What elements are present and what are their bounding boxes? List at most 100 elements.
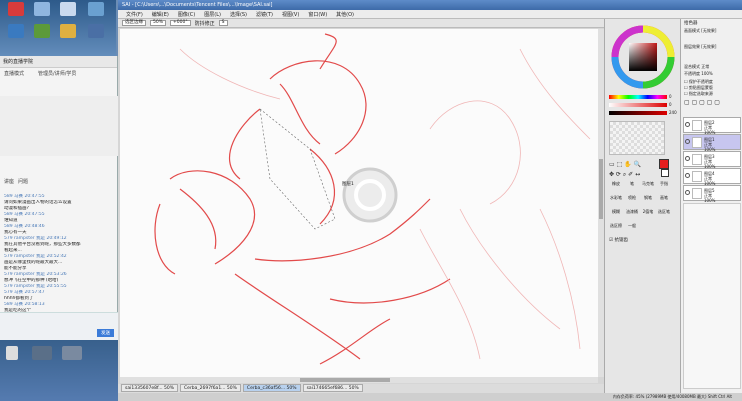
tool-normal[interactable]: 一般 <box>625 223 639 229</box>
sketch-stroke <box>154 203 176 275</box>
menu-edit[interactable]: 编辑(E) <box>152 11 169 18</box>
stabilizer-select[interactable]: S <box>218 20 228 26</box>
option-selection-source[interactable]: ☐ 指定选取来源 <box>684 91 713 97</box>
layer-info: 图层1 正常 100% <box>704 137 715 152</box>
chat-window: 我的直播学院 直播模式 管理员/讲师/学员 讲座 问题 589 马赛 20:47… <box>0 56 118 340</box>
menu-select[interactable]: 选择(S) <box>230 11 247 18</box>
folder-icon[interactable] <box>88 2 104 16</box>
tool-eraser[interactable]: 橡皮 <box>609 181 623 187</box>
tool-finger[interactable]: 手指 <box>657 181 671 187</box>
tool-watercolor[interactable]: 水彩笔 <box>609 195 623 201</box>
sketch-stroke <box>228 108 261 180</box>
color-wheel[interactable] <box>611 25 675 89</box>
tab-lecture[interactable]: 讲座 <box>4 178 14 185</box>
message-list: 589 马赛 20:47:55 请问如果漫画出人物的话怎么设置 动漫和插画? 5… <box>4 194 114 314</box>
chat-subtabs: 讲座 问题 <box>0 176 32 186</box>
antialias-checkbox[interactable]: ☑ 抗锯齿 <box>609 237 628 243</box>
sketch-stroke <box>309 148 336 225</box>
menu-view[interactable]: 视图(V) <box>282 11 299 18</box>
app-icon[interactable] <box>8 24 24 38</box>
opacity-row[interactable]: 不透明度 100% <box>684 71 713 77</box>
image-thumbnail-icon[interactable] <box>62 346 82 360</box>
anti-aliasing-toggle[interactable]: 选区边缘 <box>122 20 146 26</box>
app-icon[interactable] <box>88 24 104 38</box>
layer-row[interactable]: 图层4 正常 100% <box>683 168 741 186</box>
tool-brush[interactable]: 画笔 <box>657 195 671 201</box>
layer-info: 图层4 正常 100% <box>704 171 715 186</box>
transform-tools[interactable]: ✥ ⟳ ⌕ ✐ ↔ <box>609 171 640 179</box>
app-icon[interactable] <box>60 24 76 38</box>
menu-window[interactable]: 窗口(W) <box>308 11 327 18</box>
tab-live-mode[interactable]: 直播模式 <box>4 70 24 77</box>
paper-effect-row[interactable]: 画面模式 [无效果] <box>684 28 716 34</box>
value-slider[interactable] <box>609 111 667 115</box>
tool-pen-2[interactable]: 钢笔 <box>641 195 655 201</box>
rotation-field[interactable]: +000° <box>170 20 191 26</box>
file-tab[interactable]: sai1335607e8f... 50% <box>121 384 179 392</box>
visibility-icon[interactable] <box>685 156 690 161</box>
file-tab-zoom: 50% <box>286 385 297 391</box>
tab-questions[interactable]: 问题 <box>18 178 28 185</box>
layer-row-selected[interactable]: 图层1 正常 100% <box>683 134 741 152</box>
sketch-stroke <box>319 318 391 365</box>
vertical-scroll-thumb[interactable] <box>599 159 603 219</box>
horizontal-scroll-thumb[interactable] <box>300 378 390 382</box>
layer-row[interactable]: 图层5 正常 100% <box>683 185 741 203</box>
view-toolbar: 选区边缘 50% +000° 防抖修正 S <box>118 19 604 28</box>
menu-filter[interactable]: 滤镜(T) <box>256 11 273 18</box>
chat-input-bar[interactable]: 发送 <box>0 312 118 340</box>
layer-info: 图层2 正常 100% <box>704 120 715 135</box>
background-color-swatch[interactable] <box>661 169 669 177</box>
visibility-icon[interactable] <box>685 139 690 144</box>
foreground-color-swatch[interactable] <box>659 159 669 169</box>
image-thumbnail-icon[interactable] <box>32 346 52 360</box>
tool-select-eraser[interactable]: 选区擦 <box>609 223 623 229</box>
saturation-slider[interactable] <box>609 103 667 107</box>
tool-airbrush[interactable]: 喷枪 <box>625 195 639 201</box>
tab-members[interactable]: 管理员/讲师/学员 <box>38 70 76 77</box>
layer-row[interactable]: 图层3 正常 100% <box>683 151 741 169</box>
visibility-icon[interactable] <box>685 190 690 195</box>
tool-marker[interactable]: 马克笔 <box>641 181 655 187</box>
menu-file[interactable]: 文件(F) <box>126 11 143 18</box>
send-button[interactable]: 发送 <box>97 329 114 337</box>
file-tab[interactable]: sai174665ef686... 50% <box>302 384 363 392</box>
drawing-canvas[interactable]: 图层1 <box>120 29 598 377</box>
selection-tools[interactable]: ▭ ⬚ ✋ 🔍 <box>609 161 641 168</box>
file-tab-name: Cerba_c36af56... <box>246 385 286 391</box>
color-tool-panel: 0 0 240 ▭ ⬚ ✋ 🔍 ✥ ⟳ ⌕ ✐ ↔ 橡皮 笔 马克笔 手指 水彩… <box>604 19 680 393</box>
tool-select-pen[interactable]: 选区笔 <box>657 209 671 215</box>
tool-binary-pen[interactable]: 2值笔 <box>641 209 655 215</box>
recycle-bin-icon[interactable] <box>34 2 50 16</box>
menu-image[interactable]: 图像(C) <box>178 11 195 18</box>
menu-layer[interactable]: 图层(L) <box>204 11 221 18</box>
layer-thumbnail <box>692 171 702 182</box>
tool-pen[interactable]: 笔 <box>625 181 639 187</box>
zoom-field[interactable]: 50% <box>150 20 167 26</box>
color-swatches[interactable] <box>609 121 665 155</box>
option-label: 指定选取来源 <box>688 91 713 96</box>
canvas-layer-tooltip: 图层1 <box>342 182 354 187</box>
app-icon[interactable] <box>34 24 50 38</box>
horizontal-scrollbar[interactable] <box>120 377 598 383</box>
file-tab-active[interactable]: Cerba_c36af56... 50% <box>242 384 301 392</box>
visibility-icon[interactable] <box>685 122 690 127</box>
file-tab[interactable]: Cerba_2697f6a1... 50% <box>180 384 241 392</box>
menu-other[interactable]: 其他(O) <box>336 11 354 18</box>
tool-bucket[interactable]: 油漆桶 <box>625 209 639 215</box>
hue-value: 0 <box>669 94 672 99</box>
hue-slider[interactable] <box>609 95 667 99</box>
tool-blur[interactable]: 模糊 <box>609 209 623 215</box>
computer-icon[interactable] <box>60 2 76 16</box>
sketch-stroke <box>179 188 217 250</box>
layer-effect-row[interactable]: 图层效果 [无效果] <box>684 44 716 50</box>
visibility-icon[interactable] <box>685 173 690 178</box>
layer-thumbnail <box>692 154 702 165</box>
option-label: 保护不透明度 <box>688 79 713 84</box>
qq-icon[interactable] <box>8 2 24 16</box>
layer-action-icons[interactable]: ▢ ▢ ▢ ▢ ▢ <box>684 99 720 106</box>
blend-mode-row[interactable]: 混合模式 正常 <box>684 64 709 70</box>
layer-thumbnail <box>692 120 702 131</box>
file-icon[interactable] <box>6 346 18 360</box>
layer-row[interactable]: 图层2 正常 100% <box>683 117 741 135</box>
